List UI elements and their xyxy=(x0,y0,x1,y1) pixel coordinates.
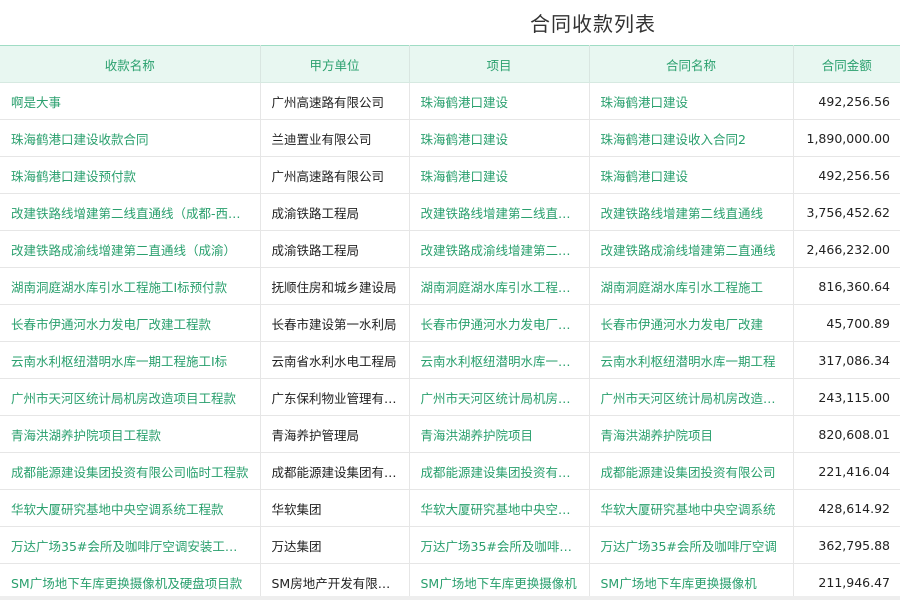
cell-receipt-name[interactable]: 湖南洞庭湖水库引水工程施工I标预付款 xyxy=(0,267,261,305)
cell-receipt-name[interactable]: 广州市天河区统计局机房改造项目工程款 xyxy=(0,378,261,416)
cell-contract-amount: 317,086.34 xyxy=(793,341,900,379)
cell-project[interactable]: 湖南洞庭湖水库引水工程施工 xyxy=(409,267,590,305)
cell-project[interactable]: 万达广场35#会所及咖啡厅空调 xyxy=(409,526,590,564)
cell-party-a: 成渝铁路工程局 xyxy=(260,193,410,231)
cell-contract-name[interactable]: 珠海鹤港口建设 xyxy=(589,156,794,194)
cell-contract-name[interactable]: 广州市天河区统计局机房改造项目 xyxy=(589,378,794,416)
cell-contract-amount: 243,115.00 xyxy=(793,378,900,416)
cell-project[interactable]: 华软大厦研究基地中央空调系统 xyxy=(409,489,590,527)
cell-receipt-name[interactable]: 青海洪湖养护院项目工程款 xyxy=(0,415,261,453)
cell-party-a: 广州高速路有限公司 xyxy=(260,156,410,194)
cell-contract-amount: 211,946.47 xyxy=(793,563,900,600)
cell-contract-amount: 362,795.88 xyxy=(793,526,900,564)
column-header-receipt-name[interactable]: 收款名称 xyxy=(0,45,261,83)
cell-contract-amount: 2,466,232.00 xyxy=(793,230,900,268)
cell-receipt-name[interactable]: 长春市伊通河水力发电厂改建工程款 xyxy=(0,304,261,342)
table-row[interactable]: 湖南洞庭湖水库引水工程施工I标预付款 抚顺住房和城乡建设局 湖南洞庭湖水库引水工程施… xyxy=(0,267,900,305)
table-row[interactable]: 珠海鹤港口建设收款合同 兰迪置业有限公司 珠海鹤港口建设 珠海鹤港口建设收入合同2 1,… xyxy=(0,119,900,157)
cell-receipt-name[interactable]: 改建铁路线增建第二线直通线（成都-西安） xyxy=(0,193,261,231)
table-row[interactable]: 云南水利枢纽潜明水库一期工程施工I标 云南省水利水电工程局 云南水利枢纽潜明水库一期… xyxy=(0,341,900,379)
table-row[interactable]: 成都能源建设集团投资有限公司临时工程款 成都能源建设集团有限公司 成都能源建设集团投… xyxy=(0,452,900,490)
cell-project[interactable]: 成都能源建设集团投资有限公司 xyxy=(409,452,590,490)
title-bar: 合同收款列表 xyxy=(0,0,900,45)
cell-contract-amount: 816,360.64 xyxy=(793,267,900,305)
cell-party-a: SM房地产开发有限公司 xyxy=(260,563,410,600)
cell-project[interactable]: 改建铁路成渝线增建第二直通线 xyxy=(409,230,590,268)
cell-project[interactable]: 长春市伊通河水力发电厂改建 xyxy=(409,304,590,342)
cell-contract-name[interactable]: 改建铁路线增建第二线直通线 xyxy=(589,193,794,231)
cell-party-a: 广东保利物业管理有限公司 xyxy=(260,378,410,416)
cell-receipt-name[interactable]: SM广场地下车库更换摄像机及硬盘项目款 xyxy=(0,563,261,600)
table-row[interactable]: 啊是大事 广州高速路有限公司 珠海鹤港口建设 珠海鹤港口建设 492,256.56 xyxy=(0,82,900,120)
contract-receipt-page: 合同收款列表 收款名称 甲方单位 项目 合同名称 合同金额 啊是大事 广州高速路有… xyxy=(0,0,900,600)
cell-party-a: 成都能源建设集团有限公司 xyxy=(260,452,410,490)
cell-party-a: 长春市建设第一水利局 xyxy=(260,304,410,342)
cell-party-a: 青海养护管理局 xyxy=(260,415,410,453)
horizontal-scrollbar[interactable] xyxy=(0,596,900,600)
cell-project[interactable]: SM广场地下车库更换摄像机 xyxy=(409,563,590,600)
cell-receipt-name[interactable]: 万达广场35#会所及咖啡厅空调安装工程款 xyxy=(0,526,261,564)
cell-party-a: 成渝铁路工程局 xyxy=(260,230,410,268)
cell-contract-amount: 820,608.01 xyxy=(793,415,900,453)
cell-project[interactable]: 改建铁路线增建第二线直通线 xyxy=(409,193,590,231)
column-header-party-a[interactable]: 甲方单位 xyxy=(260,45,410,83)
cell-receipt-name[interactable]: 云南水利枢纽潜明水库一期工程施工I标 xyxy=(0,341,261,379)
table-body: 啊是大事 广州高速路有限公司 珠海鹤港口建设 珠海鹤港口建设 492,256.56 珠海鹤… xyxy=(0,82,900,600)
cell-party-a: 云南省水利水电工程局 xyxy=(260,341,410,379)
cell-party-a: 广州高速路有限公司 xyxy=(260,82,410,120)
cell-contract-amount: 221,416.04 xyxy=(793,452,900,490)
cell-receipt-name[interactable]: 珠海鹤港口建设预付款 xyxy=(0,156,261,194)
cell-receipt-name[interactable]: 华软大厦研究基地中央空调系统工程款 xyxy=(0,489,261,527)
table-row[interactable]: SM广场地下车库更换摄像机及硬盘项目款 SM房地产开发有限公司 SM广场地下车库更换… xyxy=(0,563,900,600)
cell-contract-name[interactable]: 改建铁路成渝线增建第二直通线 xyxy=(589,230,794,268)
cell-contract-amount: 3,756,452.62 xyxy=(793,193,900,231)
cell-project[interactable]: 珠海鹤港口建设 xyxy=(409,156,590,194)
cell-contract-name[interactable]: 华软大厦研究基地中央空调系统 xyxy=(589,489,794,527)
cell-contract-name[interactable]: SM广场地下车库更换摄像机 xyxy=(589,563,794,600)
cell-party-a: 万达集团 xyxy=(260,526,410,564)
page-title: 合同收款列表 xyxy=(530,12,656,36)
column-header-contract-name[interactable]: 合同名称 xyxy=(589,45,794,83)
table-row[interactable]: 珠海鹤港口建设预付款 广州高速路有限公司 珠海鹤港口建设 珠海鹤港口建设 492,256… xyxy=(0,156,900,194)
cell-contract-name[interactable]: 万达广场35#会所及咖啡厅空调 xyxy=(589,526,794,564)
cell-contract-amount: 1,890,000.00 xyxy=(793,119,900,157)
cell-party-a: 华软集团 xyxy=(260,489,410,527)
cell-contract-amount: 492,256.56 xyxy=(793,82,900,120)
cell-receipt-name[interactable]: 成都能源建设集团投资有限公司临时工程款 xyxy=(0,452,261,490)
cell-contract-name[interactable]: 湖南洞庭湖水库引水工程施工 xyxy=(589,267,794,305)
cell-contract-amount: 492,256.56 xyxy=(793,156,900,194)
column-header-contract-amount[interactable]: 合同金额 xyxy=(793,45,900,83)
cell-party-a: 兰迪置业有限公司 xyxy=(260,119,410,157)
cell-contract-name[interactable]: 珠海鹤港口建设 xyxy=(589,82,794,120)
cell-project[interactable]: 珠海鹤港口建设 xyxy=(409,82,590,120)
cell-contract-name[interactable]: 云南水利枢纽潜明水库一期工程 xyxy=(589,341,794,379)
table-row[interactable]: 青海洪湖养护院项目工程款 青海养护管理局 青海洪湖养护院项目 青海洪湖养护院项目 820… xyxy=(0,415,900,453)
cell-project[interactable]: 珠海鹤港口建设 xyxy=(409,119,590,157)
cell-contract-name[interactable]: 成都能源建设集团投资有限公司 xyxy=(589,452,794,490)
table-row[interactable]: 万达广场35#会所及咖啡厅空调安装工程款 万达集团 万达广场35#会所及咖啡厅空调万… xyxy=(0,526,900,564)
table-row[interactable]: 华软大厦研究基地中央空调系统工程款 华软集团 华软大厦研究基地中央空调系统 华软大厦研… xyxy=(0,489,900,527)
cell-contract-amount: 428,614.92 xyxy=(793,489,900,527)
cell-party-a: 抚顺住房和城乡建设局 xyxy=(260,267,410,305)
cell-contract-name[interactable]: 青海洪湖养护院项目 xyxy=(589,415,794,453)
cell-receipt-name[interactable]: 珠海鹤港口建设收款合同 xyxy=(0,119,261,157)
table-header-row: 收款名称 甲方单位 项目 合同名称 合同金额 xyxy=(0,45,900,83)
cell-contract-amount: 45,700.89 xyxy=(793,304,900,342)
cell-project[interactable]: 广州市天河区统计局机房改造项目 xyxy=(409,378,590,416)
cell-project[interactable]: 云南水利枢纽潜明水库一期工程 xyxy=(409,341,590,379)
column-header-project[interactable]: 项目 xyxy=(409,45,590,83)
receipt-table: 收款名称 甲方单位 项目 合同名称 合同金额 啊是大事 广州高速路有限公司 珠海鹤港… xyxy=(0,45,900,600)
table-row[interactable]: 改建铁路线增建第二线直通线（成都-西安） 成渝铁路工程局 改建铁路线增建第二线直通线… xyxy=(0,193,900,231)
cell-project[interactable]: 青海洪湖养护院项目 xyxy=(409,415,590,453)
cell-contract-name[interactable]: 珠海鹤港口建设收入合同2 xyxy=(589,119,794,157)
table-row[interactable]: 广州市天河区统计局机房改造项目工程款 广东保利物业管理有限公司 广州市天河区统计局机… xyxy=(0,378,900,416)
table-row[interactable]: 改建铁路成渝线增建第二直通线（成渝） 成渝铁路工程局 改建铁路成渝线增建第二直通线改… xyxy=(0,230,900,268)
cell-receipt-name[interactable]: 改建铁路成渝线增建第二直通线（成渝） xyxy=(0,230,261,268)
cell-contract-name[interactable]: 长春市伊通河水力发电厂改建 xyxy=(589,304,794,342)
cell-receipt-name[interactable]: 啊是大事 xyxy=(0,82,261,120)
table-row[interactable]: 长春市伊通河水力发电厂改建工程款 长春市建设第一水利局 长春市伊通河水力发电厂改建长… xyxy=(0,304,900,342)
